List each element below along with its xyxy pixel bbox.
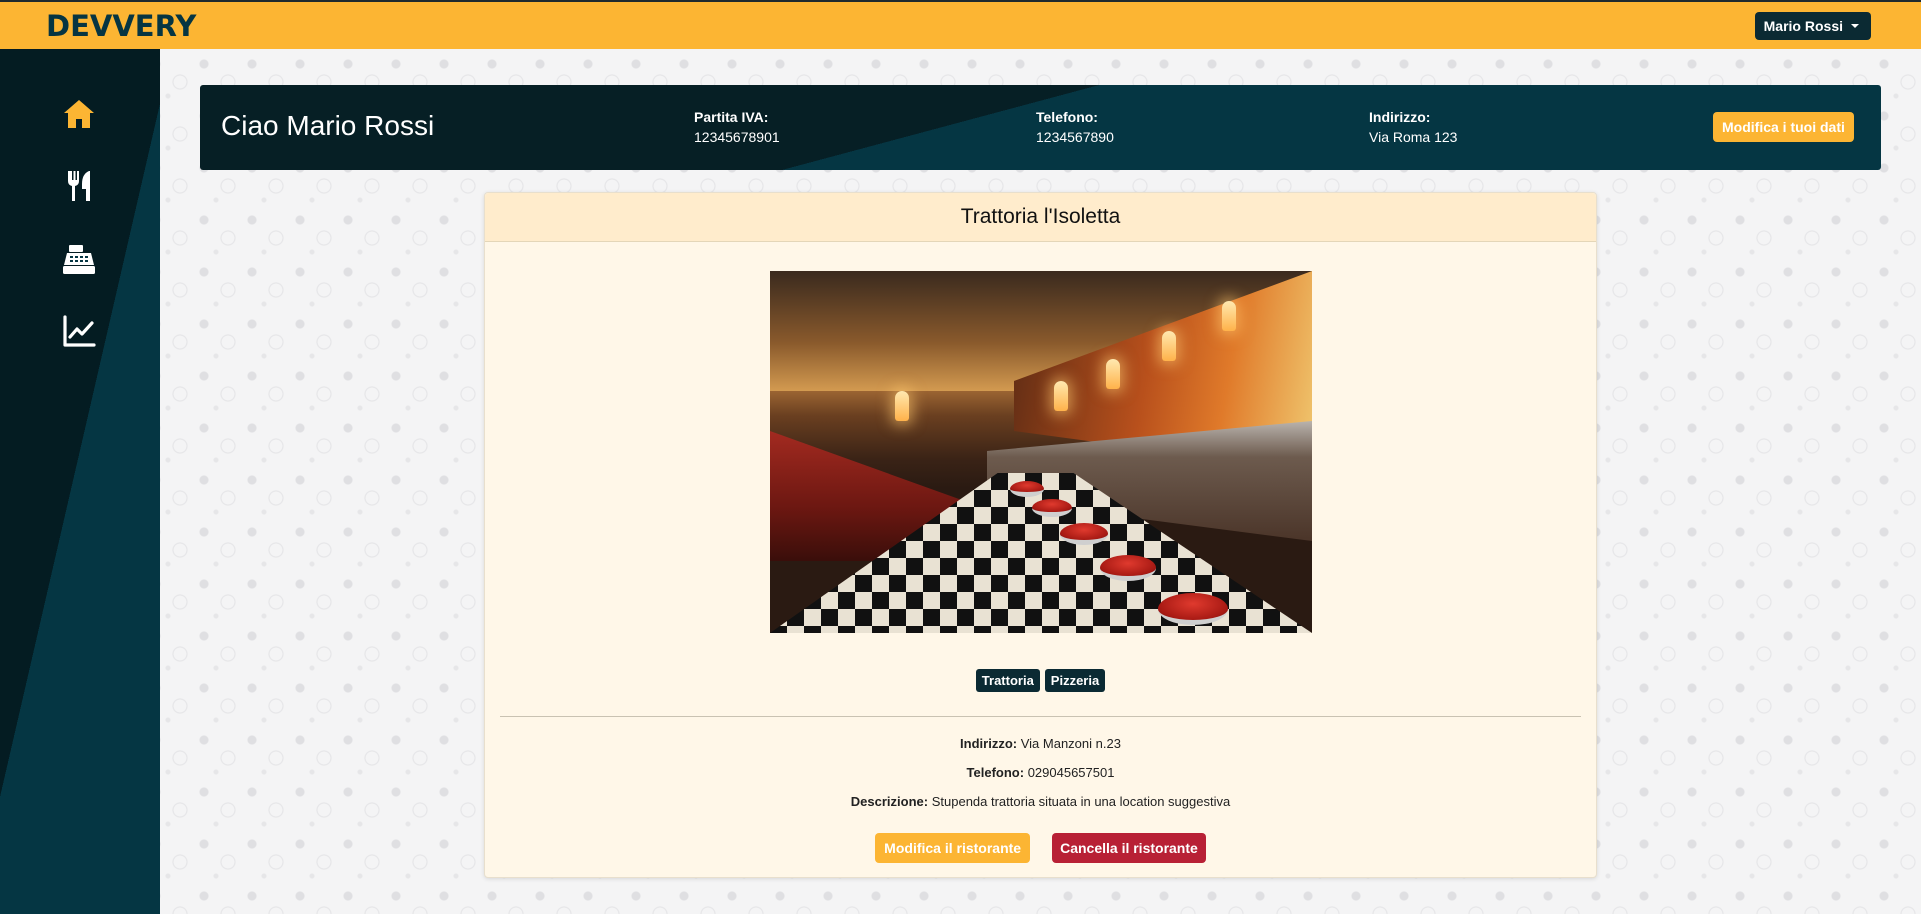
restaurant-description-value: Stupenda trattoria situata in una locati… [931, 794, 1231, 809]
vat-info: Partita IVA: 12345678901 [694, 107, 780, 147]
tag-badge: Trattoria [975, 669, 1040, 692]
restaurant-name: Trattoria l'Isoletta [485, 193, 1596, 242]
divider [500, 716, 1581, 717]
sidebar [0, 49, 160, 914]
phone-value: 1234567890 [1036, 129, 1114, 145]
user-menu-label: Mario Rossi [1763, 17, 1843, 34]
restaurant-address-value: Via Manzoni n.23 [1020, 736, 1121, 751]
restaurant-photo [770, 271, 1312, 633]
restaurant-description: Descrizione: Stupenda trattoria situata … [485, 794, 1596, 809]
photo-lamp [1222, 301, 1236, 331]
address-value: Via Roma 123 [1369, 129, 1458, 145]
restaurant-actions: Modifica il ristorante Cancella il risto… [485, 833, 1596, 863]
restaurant-tags: Trattoria Pizzeria [485, 669, 1596, 692]
owner-header: Ciao Mario Rossi Partita IVA: 1234567890… [200, 85, 1881, 170]
photo-stool [1060, 523, 1108, 545]
chart-line-icon [63, 315, 96, 347]
photo-lamp [895, 391, 909, 421]
phone-label: Telefono: [1036, 109, 1098, 125]
home-icon [64, 100, 94, 128]
brand-logo[interactable]: DEVVERY [46, 9, 196, 43]
restaurant-phone-label: Telefono: [966, 765, 1025, 780]
logo-text: DEVVERY [46, 8, 197, 43]
phone-info: Telefono: 1234567890 [1036, 107, 1114, 147]
edit-profile-button[interactable]: Modifica i tuoi dati [1713, 112, 1854, 142]
caret-down-icon [1851, 23, 1859, 28]
restaurant-phone-value: 029045657501 [1027, 765, 1115, 780]
top-navbar: DEVVERY Mario Rossi [0, 0, 1921, 49]
photo-lamp [1162, 331, 1176, 361]
photo-lamp [1106, 359, 1120, 389]
photo-stool [1100, 555, 1156, 581]
sidebar-item-menu[interactable] [58, 165, 100, 207]
utensils-icon [68, 171, 90, 201]
sidebar-item-home[interactable] [58, 93, 100, 135]
vat-label: Partita IVA: [694, 109, 769, 125]
restaurant-description-label: Descrizione: [850, 794, 929, 809]
restaurant-phone: Telefono: 029045657501 [485, 765, 1596, 780]
vat-value: 12345678901 [694, 129, 780, 145]
sidebar-item-statistics[interactable] [58, 310, 100, 352]
user-menu-dropdown[interactable]: Mario Rossi [1754, 11, 1871, 40]
address-label: Indirizzo: [1369, 109, 1431, 125]
address-info: Indirizzo: Via Roma 123 [1369, 107, 1457, 147]
photo-stool [1010, 481, 1044, 497]
restaurant-address-label: Indirizzo: [960, 736, 1018, 751]
tag-badge: Pizzeria [1044, 669, 1106, 692]
photo-stool [1032, 499, 1072, 517]
restaurant-card: Trattoria l'Isoletta Trattoria Pizzeria … [484, 192, 1597, 878]
photo-lamp [1054, 381, 1068, 411]
greeting-title: Ciao Mario Rossi [221, 110, 435, 141]
photo-stool [1158, 593, 1228, 625]
cash-register-icon [63, 245, 95, 274]
restaurant-address: Indirizzo: Via Manzoni n.23 [485, 736, 1596, 751]
delete-restaurant-button[interactable]: Cancella il ristorante [1052, 833, 1206, 863]
sidebar-item-orders[interactable] [58, 238, 100, 280]
edit-restaurant-button[interactable]: Modifica il ristorante [875, 833, 1031, 863]
